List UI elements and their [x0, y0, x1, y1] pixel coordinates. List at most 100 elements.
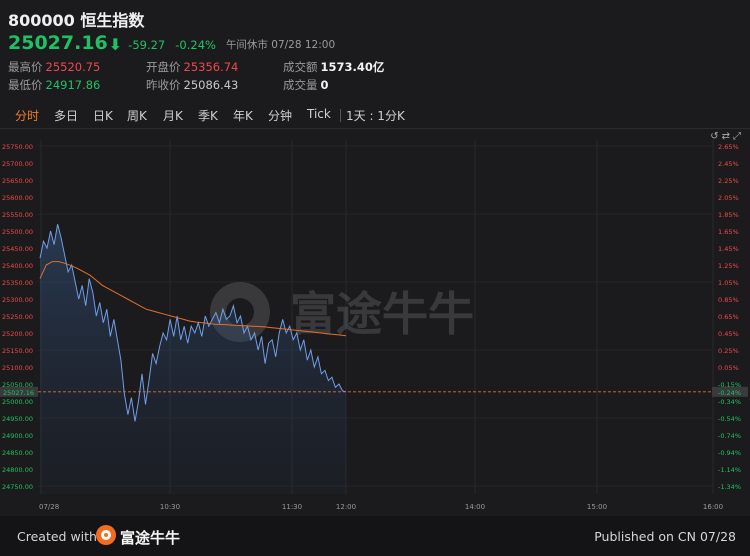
stat-prev-value: 25086.43 [183, 78, 239, 92]
y-tick-right: 1.25% [718, 262, 739, 270]
x-tick-label: 10:30 [160, 503, 180, 511]
period-tabs: 分时 多日 日K 周K 月K 季K 年K 分钟 Tick 1天 : 1分K [0, 101, 750, 129]
published-label: Published on CN 07/28 [594, 529, 736, 544]
y-tick-left: 25250.00 [2, 313, 33, 321]
y-tick-left: 24750.00 [2, 483, 33, 491]
y-tick-right: 2.45% [718, 160, 739, 168]
y-tick-left: 25550.00 [2, 211, 33, 219]
tab-weekly-k[interactable]: 周K [127, 107, 147, 124]
stat-volume-value: 0 [320, 78, 329, 92]
y-tick-right: 0.65% [718, 313, 739, 321]
stat-volume: 成交量 0 [283, 77, 329, 93]
index-title: 800000 恒生指数 [8, 7, 144, 31]
stat-low: 最低价 24917.86 [8, 77, 100, 93]
futu-logo-icon [96, 525, 116, 545]
y-axis-right: 2.65% 2.45% 2.25% 2.05% 1.85% 1.65% 1.45% 1.25%… [718, 143, 741, 491]
y-tick-right: 2.65% [718, 143, 739, 151]
stat-open-value: 25356.74 [183, 60, 239, 74]
x-tick-label: 16:00 [703, 503, 723, 511]
current-price-tag-label: 25027.16 [3, 389, 34, 397]
stat-low-label: 最低价 [8, 78, 43, 92]
y-tick-right: -1.14% [718, 466, 741, 474]
y-tick-right: 1.85% [718, 211, 739, 219]
stat-low-value: 24917.86 [45, 78, 101, 92]
price-area [40, 224, 346, 494]
tab-yearly-k[interactable]: 年K [233, 107, 253, 124]
y-tick-right: 1.05% [718, 279, 739, 287]
current-price: 25027.16 [8, 32, 108, 54]
created-with-label: Created with [17, 529, 97, 544]
y-tick-right: -0.74% [718, 432, 741, 440]
y-tick-left: 25500.00 [2, 228, 33, 236]
current-pct-tag-label: -0.24% [718, 389, 741, 397]
tab-daily-k[interactable]: 日K [93, 107, 113, 124]
x-tick-label: 11:30 [282, 503, 302, 511]
quote-header: 800000 恒生指数 25027.16 ⬇ -59.27 -0.24% 午间休… [0, 0, 750, 100]
y-tick-left: 25100.00 [2, 364, 33, 372]
y-tick-right: 2.25% [718, 177, 739, 185]
intraday-chart: 富途牛牛 25027.16 -0.24% 25750.0025700.002565… [0, 140, 748, 511]
y-tick-left: 25700.00 [2, 160, 33, 168]
stat-high-label: 最高价 [8, 60, 43, 74]
price-row: 25027.16 ⬇ -59.27 -0.24% 午间休市 07/28 12:0… [8, 30, 335, 54]
stat-volume-label: 成交量 [283, 78, 318, 92]
y-tick-right: -0.94% [718, 449, 741, 457]
y-tick-left: 25200.00 [2, 330, 33, 338]
tab-interval-select[interactable]: 1天 : 1分K [346, 107, 405, 124]
x-tick-label: 12:00 [336, 503, 356, 511]
y-tick-right: 1.65% [718, 228, 739, 236]
x-tick-label: 15:00 [587, 503, 607, 511]
stat-high-value: 25520.75 [45, 60, 101, 74]
footer-brand: 富途牛牛 [120, 529, 181, 547]
y-tick-left: 25150.00 [2, 347, 33, 355]
tab-monthly-k[interactable]: 月K [163, 107, 183, 124]
y-tick-left: 24950.00 [2, 415, 33, 423]
y-tick-left: 25750.00 [2, 143, 33, 151]
price-change: -59.27 [128, 38, 166, 52]
stat-turnover-value: 1573.40亿 [320, 60, 385, 74]
index-code: 800000 [8, 11, 75, 30]
stat-prev: 昨收价 25086.43 [146, 77, 238, 93]
y-tick-left: 24800.00 [2, 466, 33, 474]
y-tick-left: 25600.00 [2, 194, 33, 202]
stat-open-label: 开盘价 [146, 60, 181, 74]
footer: Created with 富途牛牛 Published on CN 07/28 [0, 516, 750, 556]
y-tick-right: -1.34% [718, 483, 741, 491]
y-tick-right: -0.54% [718, 415, 741, 423]
y-tick-left: 25300.00 [2, 296, 33, 304]
tab-intraday[interactable]: 分时 [15, 107, 39, 124]
y-tick-right: 0.45% [718, 330, 739, 338]
stat-turnover-label: 成交额 [283, 60, 318, 74]
y-tick-left: 25350.00 [2, 279, 33, 287]
y-tick-left: 25650.00 [2, 177, 33, 185]
price-change-pct: -0.24% [175, 38, 216, 52]
y-tick-left: 25050.00 [2, 381, 33, 389]
tab-minute[interactable]: 分钟 [268, 107, 292, 124]
y-tick-right: 0.25% [718, 347, 739, 355]
stat-open: 开盘价 25356.74 [146, 59, 238, 75]
y-tick-left: 25450.00 [2, 245, 33, 253]
market-status: 午间休市 07/28 12:00 [225, 39, 336, 51]
tab-tick[interactable]: Tick [307, 107, 331, 121]
y-tick-right: 0.05% [718, 364, 739, 372]
y-tick-right: 2.05% [718, 194, 739, 202]
x-axis: 07/28 10:30 11:30 12:00 14:00 15:00 16:00 [39, 503, 723, 511]
plot-area: 25027.16 -0.24% [0, 224, 748, 494]
y-tick-left: 24850.00 [2, 449, 33, 457]
y-tick-left: 25400.00 [2, 262, 33, 270]
y-tick-right: 0.85% [718, 296, 739, 304]
stat-turnover: 成交额 1573.40亿 [283, 59, 384, 75]
y-tick-left: 24900.00 [2, 432, 33, 440]
down-arrow-icon: ⬇ [108, 35, 123, 54]
y-tick-right: 1.45% [718, 245, 739, 253]
x-tick-label: 14:00 [465, 503, 485, 511]
y-tick-right: -0.34% [718, 398, 741, 406]
y-tick-right: -0.15% [718, 381, 741, 389]
stat-high: 最高价 25520.75 [8, 59, 100, 75]
tab-quarterly-k[interactable]: 季K [198, 107, 218, 124]
y-axis-left: 25750.00 25700.00 25650.00 25600.00 25550.00… [2, 143, 33, 491]
tab-multi-day[interactable]: 多日 [54, 107, 78, 124]
stat-prev-label: 昨收价 [146, 78, 181, 92]
index-name: 恒生指数 [80, 11, 145, 30]
x-tick-label: 07/28 [39, 503, 59, 511]
